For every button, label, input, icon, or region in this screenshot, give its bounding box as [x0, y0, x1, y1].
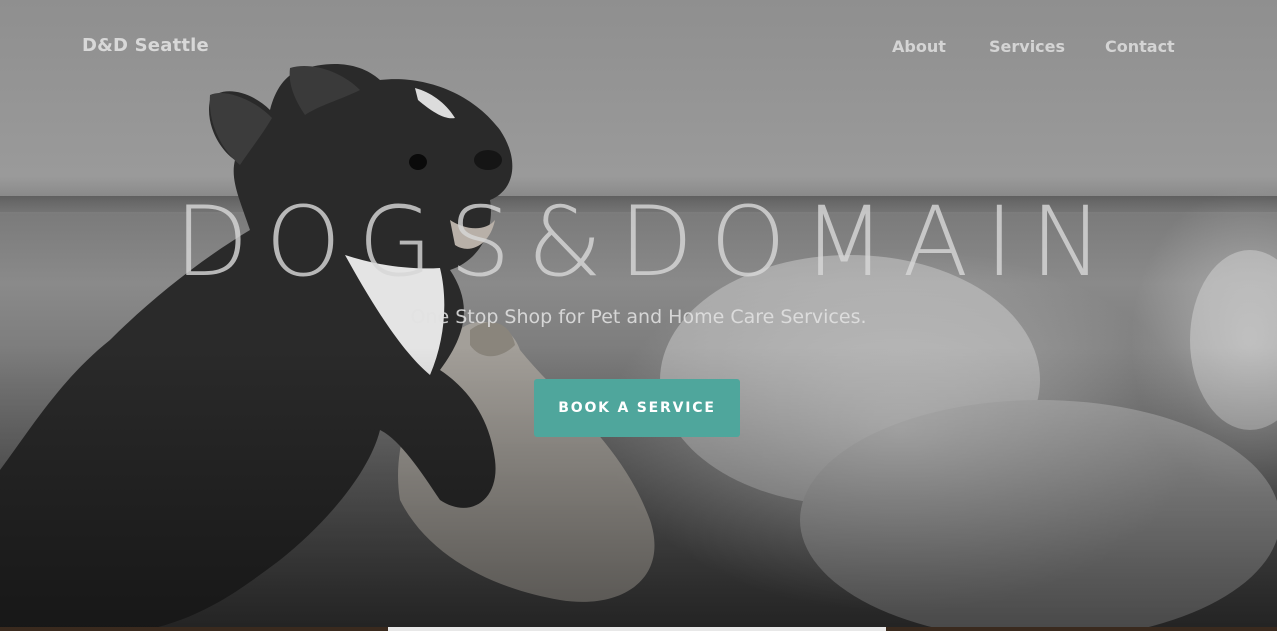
nav-link-about[interactable]: About — [892, 37, 946, 56]
nav-link-services[interactable]: Services — [989, 37, 1065, 56]
hero-section: D&D Seattle About Services Contact DOGS&… — [0, 0, 1277, 631]
hero-title: DOGS&DOMAIN — [174, 186, 1120, 298]
brand-logo-link[interactable]: D&D Seattle — [82, 35, 209, 56]
book-service-button[interactable]: BOOK A SERVICE — [534, 379, 740, 437]
bottom-edge-highlight — [388, 627, 886, 631]
bottom-edge-strip — [0, 627, 1277, 631]
top-navbar: D&D Seattle About Services Contact — [0, 0, 1277, 92]
nav-link-contact[interactable]: Contact — [1105, 37, 1175, 56]
hero-subtitle: One Stop Shop for Pet and Home Care Serv… — [410, 306, 867, 328]
